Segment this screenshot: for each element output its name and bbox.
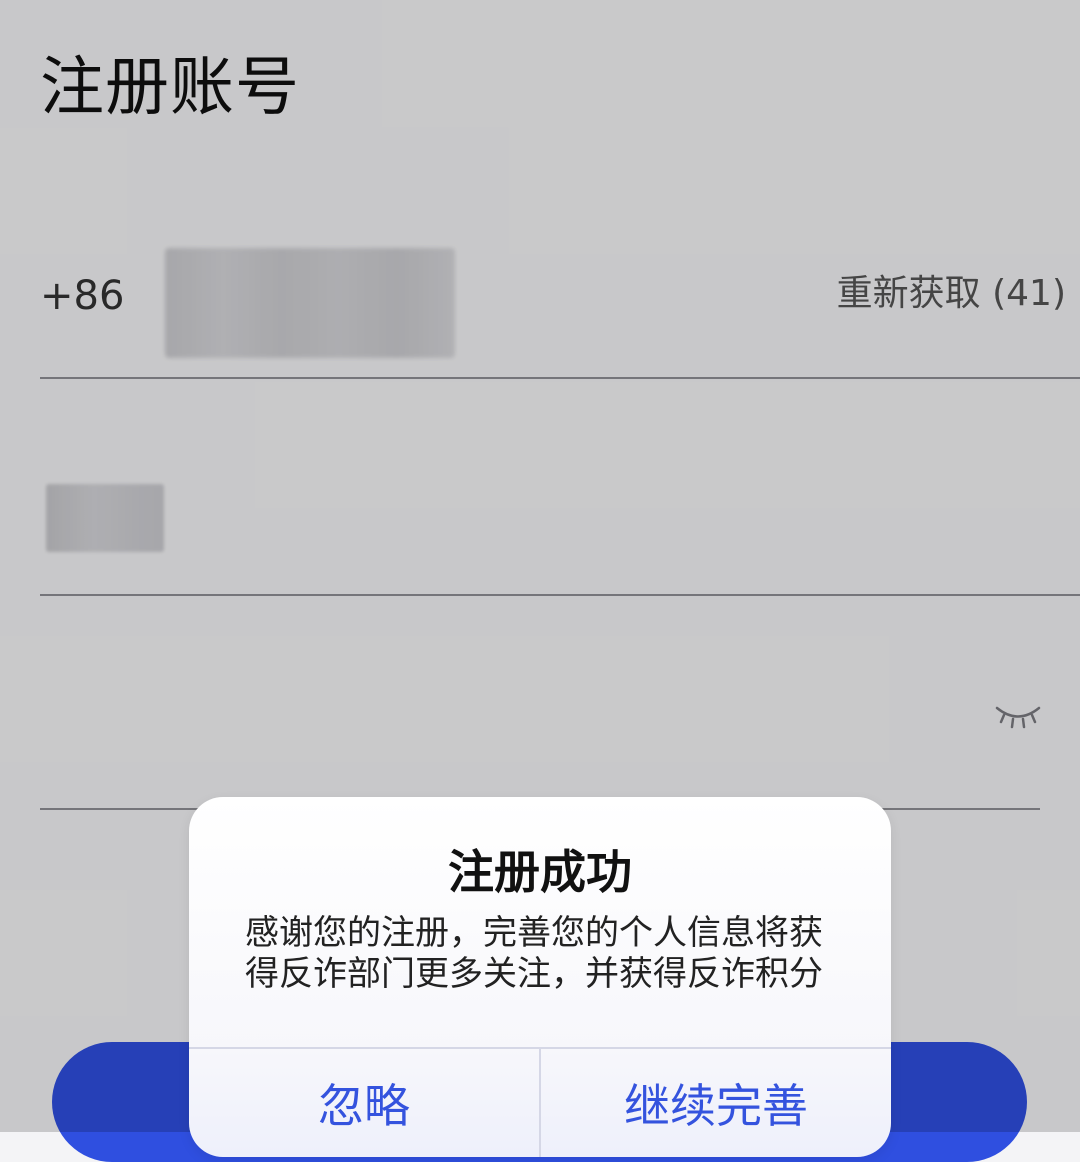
dialog-title: 注册成功: [448, 845, 632, 899]
ignore-button[interactable]: 忽略: [189, 1049, 539, 1157]
success-dialog: 注册成功 感谢您的注册，完善您的个人信息将获得反诈部门更多关注，并获得反诈积分 …: [189, 797, 891, 1157]
dialog-message: 感谢您的注册，完善您的个人信息将获得反诈部门更多关注，并获得反诈积分: [245, 913, 823, 994]
continue-button[interactable]: 继续完善: [539, 1049, 891, 1157]
dialog-actions: 忽略 继续完善: [189, 1047, 891, 1157]
